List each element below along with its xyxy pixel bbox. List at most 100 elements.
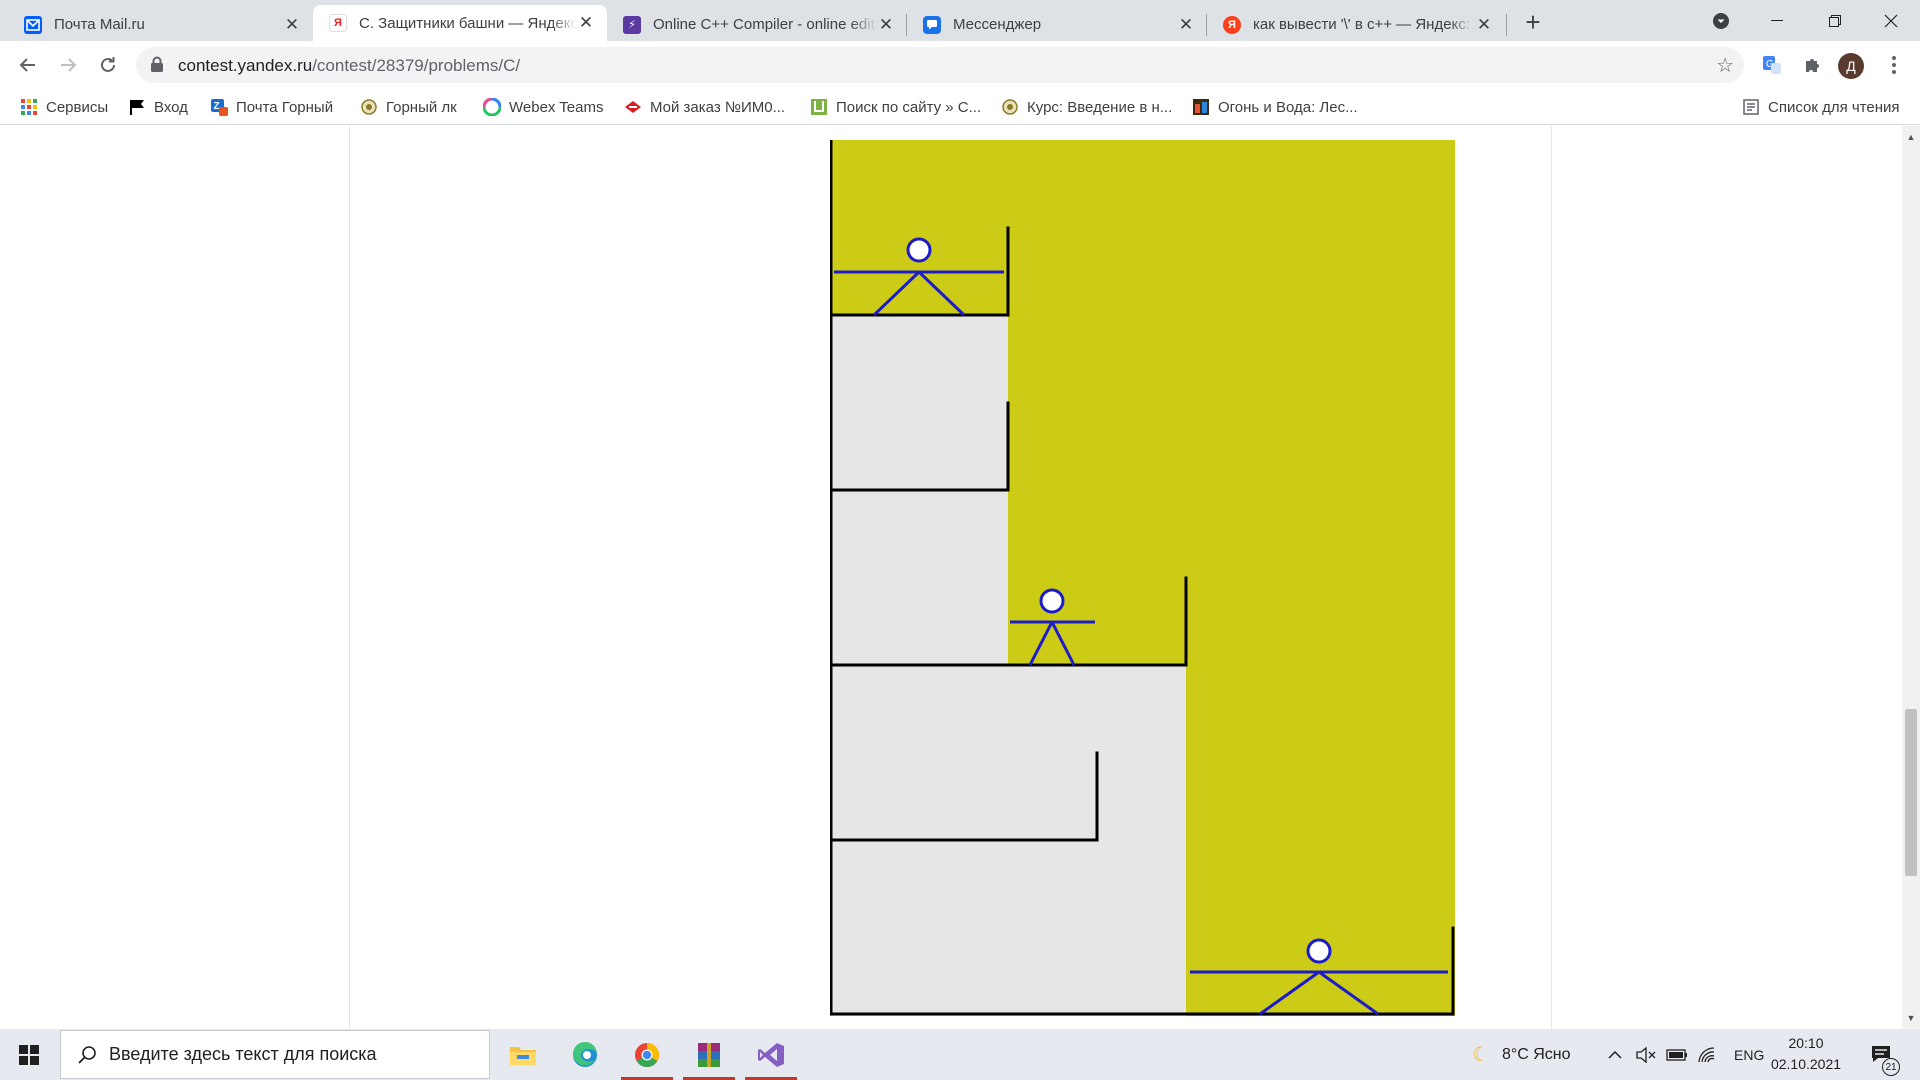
scroll-down-arrow-icon[interactable]: ▼ [1902,1009,1920,1027]
tab-title: Online C++ Compiler - online editor [653,16,877,33]
scroll-up-arrow-icon[interactable]: ▲ [1902,128,1920,146]
close-window-button[interactable] [1862,0,1920,41]
tab-mail-ru[interactable]: Почта Mail.ru ✕ [8,8,313,41]
search-placeholder: Введите здесь текст для поиска [109,1044,377,1064]
back-button[interactable] [12,49,44,81]
game-icon [1192,98,1210,116]
restore-icon [1829,14,1841,27]
onlinegdb-icon: ⚡ [623,15,641,34]
moon-icon: ☾ [1472,1044,1490,1066]
zimbra-icon: Z [210,98,228,116]
bookmark-order[interactable]: Мой заказ №ИМ0... [624,96,785,118]
bookmark-label: Поиск по сайту » С... [836,98,982,116]
battery-button[interactable] [1666,1029,1688,1080]
bookmark-fire-water[interactable]: Огонь и Вода: Лес... [1192,96,1358,118]
reload-button[interactable] [92,49,124,81]
chevron-up-icon [1608,1050,1622,1059]
file-explorer-icon [510,1046,536,1065]
bookmark-star-icon[interactable]: ☆ [1716,53,1734,78]
winrar-icon [698,1042,720,1067]
bookmark-mail-gorny[interactable]: Z Почта Горный [210,96,333,118]
bookmark-gorny-lk[interactable]: Горный лк [360,96,457,118]
edge-icon [572,1041,597,1067]
volume-muted-icon [1636,1046,1656,1063]
taskbar-edge[interactable] [555,1029,615,1080]
translate-extension-button[interactable]: G [1758,51,1786,79]
university-crest-icon [360,98,378,116]
bookmark-webex[interactable]: Webex Teams [483,96,604,118]
url-path: /contest/28379/problems/C/ [312,56,521,75]
bookmark-services[interactable]: Сервисы [20,96,108,118]
start-button[interactable] [0,1029,58,1080]
battery-icon [1666,1048,1687,1061]
close-tab-icon[interactable]: ✕ [577,13,595,32]
taskbar-visual-studio[interactable] [741,1029,801,1080]
close-tab-icon[interactable]: ✕ [283,15,301,34]
taskbar-file-explorer[interactable] [493,1029,553,1080]
taskbar-chrome[interactable] [617,1029,677,1080]
bookmark-site-search[interactable]: Поиск по сайту » С... [810,96,981,118]
visual-studio-icon [758,1042,784,1067]
notification-count: 21 [1882,1058,1900,1076]
bookmark-label: Сервисы [46,98,109,116]
tab-separator [1506,14,1507,36]
tab-online-compiler[interactable]: ⚡ Online C++ Compiler - online editor ✕ [607,8,907,41]
lock-icon[interactable] [150,56,164,73]
tab-strip: Почта Mail.ru ✕ Я C. Защитники башни — Я… [0,0,1920,41]
search-icon [78,1045,96,1064]
address-bar[interactable]: contest.yandex.ru/contest/28379/problems… [136,47,1744,83]
tab-separator [1206,14,1207,36]
messenger-icon [923,15,941,34]
bookmark-course[interactable]: Курс: Введение в н... [1001,96,1172,118]
minimize-button[interactable] [1748,0,1806,41]
url-text[interactable]: contest.yandex.ru/contest/28379/problems… [178,56,520,76]
bookmark-label: Вход [154,98,188,116]
input-language-indicator[interactable]: ENG [1734,1029,1764,1080]
extensions-button[interactable] [1798,51,1826,79]
flag-icon [128,98,146,116]
tab-search-button[interactable] [1692,0,1750,41]
tower-illustration [830,140,1455,1016]
taskbar-winrar[interactable] [679,1029,739,1080]
bookmark-label: Webex Teams [509,98,604,116]
tab-messenger[interactable]: Мессенджер ✕ [907,8,1207,41]
weather-widget[interactable]: ☾ 8°C Ясно [1472,1029,1571,1080]
network-button[interactable] [1698,1029,1716,1080]
scrollbar-thumb[interactable] [1905,709,1917,876]
translate-icon: G [1763,56,1781,74]
close-tab-icon[interactable]: ✕ [1475,15,1493,34]
clock[interactable]: 20:10 02.10.2021 [1766,1033,1846,1075]
mail-ru-icon [24,15,42,34]
volume-button[interactable] [1636,1029,1656,1080]
arrow-right-icon [61,58,77,72]
spartak-icon [624,98,642,116]
restore-button[interactable] [1806,0,1864,41]
defender-head [1306,938,1332,964]
reading-list-button[interactable]: Список для чтения [1742,96,1900,118]
bookmark-label: Курс: Введение в н... [1027,98,1173,116]
forward-button[interactable] [52,49,84,81]
defender-head [1039,588,1065,614]
bookmark-login[interactable]: Вход [128,96,188,118]
close-tab-icon[interactable]: ✕ [1177,15,1195,34]
tab-yandex-contest[interactable]: Я C. Защитники башни — Яндекс.Контест ✕ [313,5,607,41]
minimize-icon [1771,19,1783,21]
close-tab-icon[interactable]: ✕ [877,15,895,34]
reading-list-icon [1742,98,1760,116]
new-tab-button[interactable]: + [1519,8,1547,36]
clock-date: 02.10.2021 [1770,1056,1842,1072]
notification-center-button[interactable]: 21 [1870,1029,1900,1080]
page-viewport [0,126,1902,1029]
bookmarks-bar: Сервисы Вход Z Почта Горный Горный лк We… [0,89,1920,125]
apps-grid-icon [20,98,38,116]
site-search-icon [810,98,828,116]
taskbar-search-box[interactable]: Введите здесь текст для поиска [60,1030,490,1079]
profile-avatar[interactable]: Д [1838,53,1864,79]
webex-icon [483,98,501,116]
show-hidden-icons-button[interactable] [1608,1029,1622,1080]
bookmark-label: Почта Горный [236,98,334,116]
problem-content-column [349,126,1552,1029]
browser-menu-button[interactable] [1880,51,1908,79]
page-scrollbar[interactable]: ▲ ▼ [1902,126,1920,1029]
tab-yandex-search[interactable]: Я как вывести '\' в c++ — Яндекс: нашлос… [1207,8,1505,41]
